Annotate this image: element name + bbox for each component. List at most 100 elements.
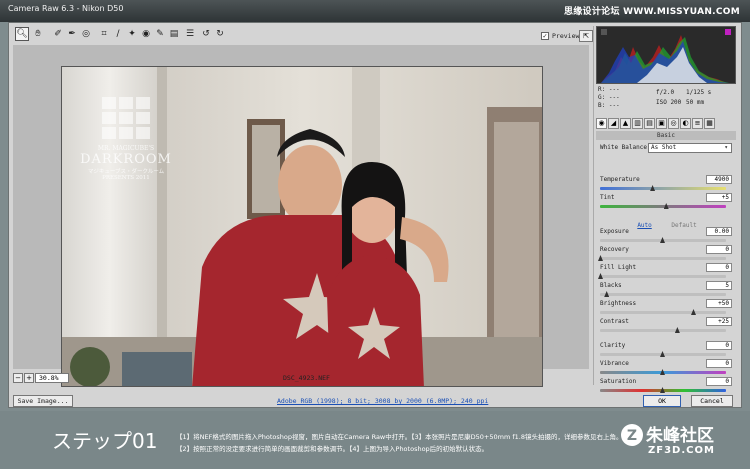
readout-r: R: --- [598,86,620,93]
preferences-tool-icon[interactable]: ☰ [183,27,197,41]
adjustment-panel: R: --- G: --- B: --- f/2.0 1/125 s ISO 2… [593,26,739,393]
tab-camera-calibration[interactable]: ◐ [680,118,691,129]
caption-line-2: 【2】按照正常的没定要求进行简单的画面裁剪和参数调节。【4】上图为导入Photo… [176,445,489,453]
histogram [596,26,736,84]
slider-value-field[interactable]: +50 [706,299,732,308]
zoom-select[interactable]: 30.8% [35,373,69,383]
slider-label: Brightness [600,300,637,307]
panel-tabs: ◉ ◢ ▲ ▥ ▤ ▣ ◎ ◐ ≡ ▦ [596,118,736,130]
slider-saturation[interactable]: Saturation 0 [600,377,734,396]
tab-detail[interactable]: ▲ [620,118,631,129]
photo-watermark: MR. MAGICUBE'S DARKROOM マジキューブス・ダークルーム P… [76,145,176,181]
white-balance-label: White Balance: [600,144,651,151]
step-title: ステップ01 [52,429,158,453]
slider-tint[interactable]: Tint +5 [600,193,734,212]
fullscreen-icon[interactable]: ⇱ [579,30,593,42]
red-eye-tool-icon[interactable]: ◉ [139,27,153,41]
workflow-options-link[interactable]: Adobe RGB (1998); 8 bit; 3008 by 2000 (6… [277,397,488,405]
slider-value-field[interactable]: +5 [706,193,732,202]
slider-value-field[interactable]: 0 [706,263,732,272]
caption-footer: ステップ01 【1】将NEF格式的图片拖入Photoshop视窗，图片自动在Ca… [0,411,750,469]
zoom-tool-icon[interactable]: 🔍︎ [15,27,29,41]
tab-snapshots[interactable]: ▦ [704,118,715,129]
photo-preview: MR. MAGICUBE'S DARKROOM マジキューブス・ダークルーム P… [61,66,543,387]
slider-exposure[interactable]: Exposure 0.00 [600,227,734,246]
slider-label: Vibrance [600,360,629,367]
tab-effects[interactable]: ◎ [668,118,679,129]
slider-label: Saturation [600,378,637,385]
slider-fill-light[interactable]: Fill Light 0 [598,263,734,282]
save-image-button[interactable]: Save Image... [13,395,73,407]
slider-value-field[interactable]: 0 [706,377,732,386]
slider-temperature[interactable]: Temperature 4900 [600,175,734,194]
slider-value-field[interactable]: +25 [706,317,732,326]
tab-basic[interactable]: ◉ [596,118,607,129]
tab-tone-curve[interactable]: ◢ [608,118,619,129]
readout-g: G: --- [598,94,620,101]
photo-logo-line1: MR. MAGICUBE'S [97,145,155,152]
readout-aperture: f/2.0 [656,89,675,96]
tab-presets[interactable]: ≡ [692,118,703,129]
slider-value-field[interactable]: 0 [706,245,732,254]
slider-track[interactable] [600,275,726,278]
slider-track[interactable] [600,293,726,296]
rotate-cw-icon[interactable]: ↻ [213,27,227,41]
slider-track[interactable] [600,329,726,332]
tab-lens[interactable]: ▣ [656,118,667,129]
slider-track[interactable] [600,311,726,314]
graduated-filter-tool-icon[interactable]: ▤ [167,27,181,41]
slider-value-field[interactable]: 4900 [706,175,732,184]
slider-track[interactable] [600,257,726,260]
caption-line-1: 【1】将NEF格式的图片拖入Photoshop视窗，图片自动在Camera Ra… [176,433,623,441]
white-balance-tool-icon[interactable]: ✐ [51,27,65,41]
hand-tool-icon[interactable]: ✋︎ [31,27,45,41]
slider-clarity[interactable]: Clarity 0 [600,341,734,360]
zoom-in-button[interactable]: + [24,373,34,383]
file-name: DSC_4923.NEF [283,374,330,382]
white-balance-select[interactable]: As Shot ▾ [648,143,732,153]
image-canvas[interactable]: MR. MAGICUBE'S DARKROOM マジキューブス・ダークルーム P… [13,45,589,387]
targeted-adjustment-tool-icon[interactable]: ◎ [79,27,93,41]
slider-vibrance[interactable]: Vibrance 0 [600,359,734,378]
preview-label: Preview [552,32,580,40]
zoom-out-button[interactable]: − [13,373,23,383]
rotate-ccw-icon[interactable]: ↺ [199,27,213,41]
cancel-button[interactable]: Cancel [691,395,733,407]
preview-checkbox[interactable]: ✓ [541,32,549,40]
slider-value-field[interactable]: 0 [706,359,732,368]
slider-track[interactable] [600,187,726,190]
white-balance-row: White Balance: As Shot ▾ [600,143,734,154]
slider-value-field[interactable]: 0 [706,341,732,350]
tab-split-toning[interactable]: ▤ [644,118,655,129]
camera-raw-window: 🔍︎ ✋︎ ✐ ✒ ◎ ⌗ ∕ ✦ ◉ ✎ ▤ ☰ ↺ ↻ ✓ Preview … [8,22,742,408]
window-title: Camera Raw 6.3 - Nikon D50 [8,4,124,13]
slider-brightness[interactable]: Brightness +50 [600,299,734,318]
crop-tool-icon[interactable]: ⌗ [97,27,111,41]
color-sampler-tool-icon[interactable]: ✒ [65,27,79,41]
readout-shutter: 1/125 s [686,89,712,96]
spot-removal-tool-icon[interactable]: ✦ [125,27,139,41]
logo-chinese: 朱峰社区 [646,426,714,446]
photo-logo-line2: DARKROOM [80,152,172,167]
zf3d-badge-icon: Z [621,424,643,446]
darkroom-logo-icon [102,97,152,141]
slider-recovery[interactable]: Recovery 0 [598,245,734,264]
toolbar: 🔍︎ ✋︎ ✐ ✒ ◎ ⌗ ∕ ✦ ◉ ✎ ▤ ☰ ↺ ↻ ✓ Preview … [13,26,593,44]
slider-label: Contrast [600,318,629,325]
title-bar: Camera Raw 6.3 - Nikon D50 思缘设计论坛 WWW.MI… [0,0,750,22]
slider-label: Exposure [600,228,629,235]
slider-label: Blacks [600,282,622,289]
svg-text:Z: Z [627,428,637,444]
logo-english: ZF3D.COM [648,445,715,456]
ok-button[interactable]: OK [643,395,681,407]
slider-track[interactable] [600,205,726,208]
slider-contrast[interactable]: Contrast +25 [600,317,734,336]
readout-focal: 50 mm [686,99,705,106]
tab-hsl[interactable]: ▥ [632,118,643,129]
slider-value-field[interactable]: 5 [706,281,732,290]
slider-value-field[interactable]: 0.00 [706,227,732,236]
slider-blacks[interactable]: Blacks 5 [600,281,734,300]
adjustment-brush-tool-icon[interactable]: ✎ [153,27,167,41]
straighten-tool-icon[interactable]: ∕ [111,27,125,41]
chevron-down-icon: ▾ [724,144,728,151]
